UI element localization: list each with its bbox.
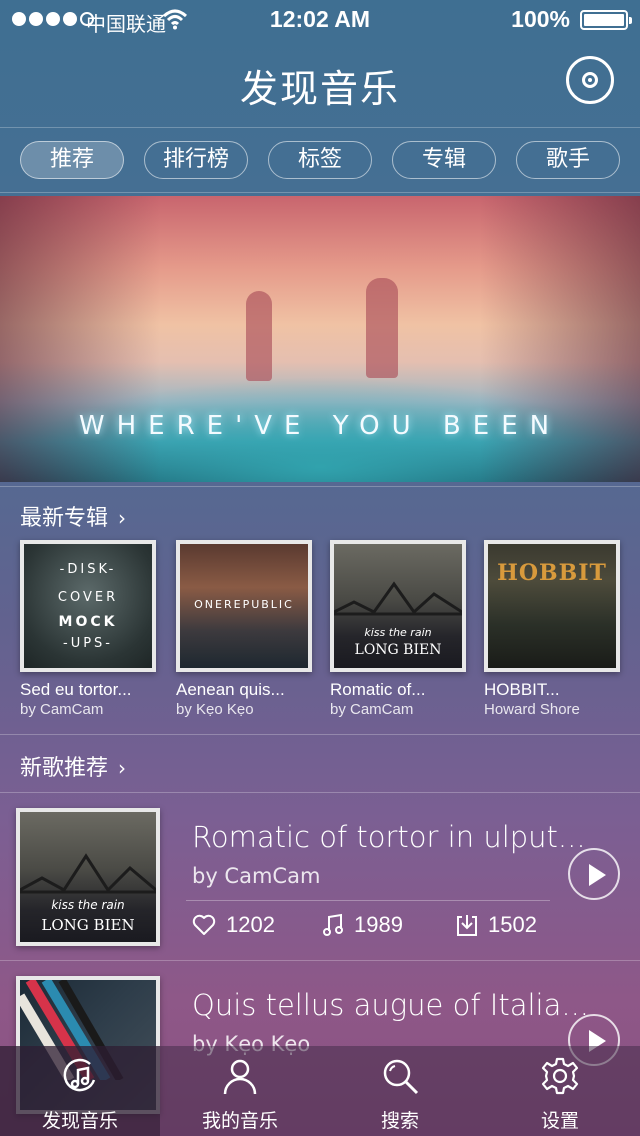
song-title: Romatic of tortor in ulput...	[192, 820, 586, 854]
tabbar-label: 我的音乐	[201, 1110, 278, 1132]
status-bar: 中国联通 12:02 AM 100%	[0, 0, 640, 40]
album-artist: Howard Shore	[484, 701, 580, 718]
album-cover: ONEREPUBLIC	[176, 540, 312, 672]
disc-icon[interactable]	[566, 56, 614, 104]
nav-header: 发现音乐	[0, 40, 640, 128]
play-count: 1989	[354, 912, 403, 937]
chevron-right-icon: ›	[118, 756, 127, 780]
battery-percent: 100%	[511, 6, 570, 32]
new-songs-title: 新歌推荐	[20, 756, 109, 781]
banner-figure	[246, 291, 272, 381]
divider	[186, 900, 550, 901]
play-count-stat: 1989	[322, 912, 403, 938]
tabbar-label: 发现音乐	[41, 1110, 118, 1132]
album-cover: HOBBIT	[484, 540, 620, 672]
heart-icon	[192, 914, 216, 935]
battery-icon	[580, 10, 632, 30]
download-stat[interactable]: 1502	[456, 912, 537, 938]
new-albums-title: 最新专辑	[20, 506, 109, 531]
divider	[0, 792, 640, 793]
music-discover-icon	[63, 1058, 96, 1092]
banner-figure	[366, 278, 398, 378]
tabbar-discover[interactable]: 发现音乐	[0, 1046, 160, 1136]
bridge-graphic	[334, 581, 462, 616]
tab-tags[interactable]: 标签	[268, 141, 372, 179]
cover-label: MOCK	[58, 614, 118, 630]
album-artist: by Kẹo Kẹo	[176, 701, 254, 718]
play-button[interactable]	[568, 848, 620, 900]
album-name: Sed eu tortor...	[20, 680, 132, 699]
album-name: HOBBIT...	[484, 680, 560, 699]
tabbar-label: 设置	[540, 1110, 579, 1132]
user-icon	[223, 1059, 257, 1095]
banner-title: WHERE'VE YOU BEEN	[78, 411, 562, 441]
cover-label: COVER	[57, 590, 119, 605]
like-stat[interactable]: 1202	[192, 912, 275, 938]
bottom-tab-bar: 发现音乐 我的音乐 搜索 设置	[0, 1046, 640, 1136]
album-card[interactable]: HOBBIT HOBBIT... Howard Shore	[484, 540, 620, 718]
album-card[interactable]: -DISK- COVER MOCK -UPS- Sed eu tortor...…	[20, 540, 156, 718]
new-albums-header[interactable]: 最新专辑 ›	[20, 500, 126, 532]
download-icon	[457, 915, 477, 936]
tabbar-search[interactable]: 搜索	[320, 1046, 480, 1136]
cover-label: kiss the rain	[364, 626, 432, 639]
divider	[0, 734, 640, 735]
tab-charts[interactable]: 排行榜	[144, 141, 248, 179]
like-count: 1202	[226, 912, 275, 937]
song-cover: kiss the rain LONG BIEN	[16, 808, 160, 946]
featured-banner[interactable]: WHERE'VE YOU BEEN	[0, 196, 640, 482]
album-artist: by CamCam	[20, 701, 104, 718]
album-name: Romatic of...	[330, 680, 426, 699]
cover-label: -UPS-	[63, 636, 113, 651]
search-icon	[383, 1059, 419, 1095]
category-tabs: 推荐 排行榜 标签 专辑 歌手	[0, 128, 640, 192]
cover-label: -DISK-	[59, 562, 117, 577]
gear-icon	[541, 1057, 579, 1095]
cover-label: LONG BIEN	[41, 916, 135, 934]
song-row[interactable]: kiss the rain LONG BIEN Romatic of torto…	[0, 794, 640, 960]
tabbar-settings[interactable]: 设置	[480, 1046, 640, 1136]
page-title: 发现音乐	[239, 67, 400, 111]
song-title: Quis tellus augue of Italia...	[192, 988, 590, 1022]
album-card[interactable]: kiss the rain LONG BIEN Romatic of... by…	[330, 540, 466, 718]
album-name: Aenean quis...	[176, 680, 285, 699]
divider	[0, 486, 640, 487]
bridge-graphic	[20, 853, 156, 894]
download-count: 1502	[488, 912, 537, 937]
album-artist: by CamCam	[330, 701, 414, 718]
song-artist: by CamCam	[192, 864, 321, 888]
album-card[interactable]: ONEREPUBLIC Aenean quis... by Kẹo Kẹo	[176, 540, 312, 718]
chevron-right-icon: ›	[118, 506, 127, 530]
cover-label: kiss the rain	[51, 898, 125, 912]
music-note-icon	[323, 913, 343, 936]
cover-label: HOBBIT	[497, 560, 607, 586]
new-songs-header[interactable]: 新歌推荐 ›	[20, 750, 126, 782]
tab-albums[interactable]: 专辑	[392, 141, 496, 179]
cover-label: ONEREPUBLIC	[194, 598, 294, 611]
tabbar-my-music[interactable]: 我的音乐	[160, 1046, 320, 1136]
cover-label: LONG BIEN	[354, 642, 442, 658]
tab-artists[interactable]: 歌手	[516, 141, 620, 179]
divider	[0, 960, 640, 961]
album-cover: kiss the rain LONG BIEN	[330, 540, 466, 672]
tabbar-label: 搜索	[380, 1110, 419, 1132]
tab-recommend[interactable]: 推荐	[20, 141, 124, 179]
divider	[0, 192, 640, 193]
album-cover: -DISK- COVER MOCK -UPS-	[20, 540, 156, 672]
